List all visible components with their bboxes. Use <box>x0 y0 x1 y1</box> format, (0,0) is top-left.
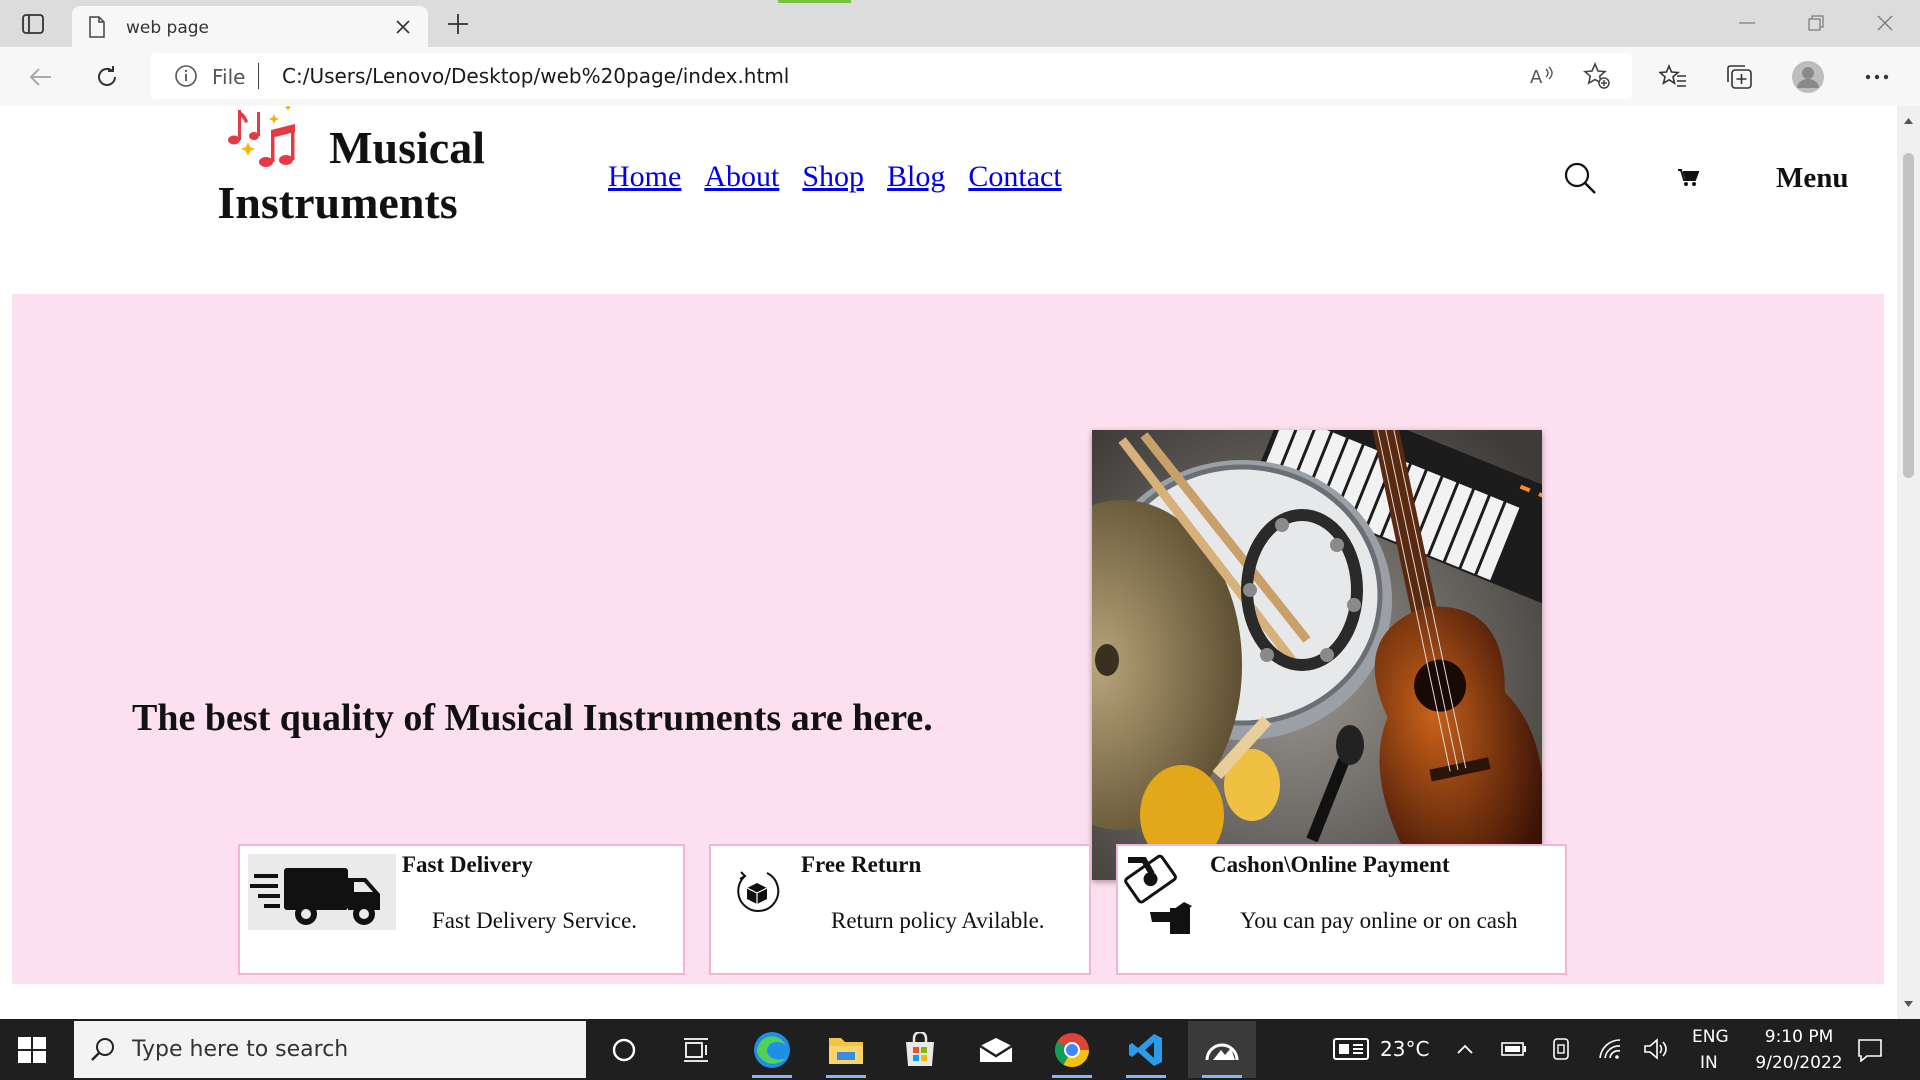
active-app-indicator <box>752 1075 792 1078</box>
cortana-icon[interactable] <box>590 1021 658 1078</box>
mail-icon[interactable] <box>962 1021 1030 1078</box>
scroll-up-icon[interactable] <box>1903 112 1914 130</box>
vscode-icon[interactable] <box>1112 1021 1180 1078</box>
refresh-icon[interactable] <box>88 58 126 96</box>
chrome-icon[interactable] <box>1038 1021 1106 1078</box>
nav-shop[interactable]: Shop <box>802 160 864 194</box>
notifications-icon[interactable] <box>1854 1035 1886 1065</box>
read-aloud-icon[interactable]: A <box>1528 61 1558 91</box>
payment-hand-icon <box>1124 854 1204 934</box>
feature-card-delivery: Fast Delivery Fast Delivery Service. <box>238 844 685 975</box>
chevron-up-icon[interactable] <box>1452 1037 1478 1061</box>
active-app-indicator <box>1202 1075 1242 1078</box>
clock-time[interactable]: 9:10 PM <box>1756 1027 1842 1047</box>
input-language[interactable]: ENG <box>1692 1027 1729 1047</box>
nav-blog[interactable]: Blog <box>887 160 945 194</box>
active-app-indicator <box>1052 1075 1092 1078</box>
microsoft-store-icon[interactable] <box>886 1021 954 1078</box>
windows-taskbar: Type here to search 23°C ENG IN 9:10 PM … <box>0 1019 1920 1080</box>
new-tab-icon[interactable] <box>444 10 472 38</box>
remote-app-icon[interactable] <box>1188 1021 1256 1078</box>
menu-button[interactable]: Menu <box>1776 162 1849 195</box>
collections-icon[interactable] <box>1721 58 1759 96</box>
active-app-indicator <box>1126 1075 1166 1078</box>
feature-description: Return policy Avilable. <box>831 908 1045 933</box>
info-icon[interactable] <box>174 64 198 93</box>
feature-title: Cashon\Online Payment <box>1210 852 1450 877</box>
weather-temperature[interactable]: 23°C <box>1380 1037 1429 1061</box>
scroll-down-icon[interactable] <box>1903 995 1914 1013</box>
favorites-icon[interactable] <box>1654 58 1692 96</box>
browser-tab[interactable]: web page <box>72 6 428 47</box>
battery-icon[interactable] <box>1500 1037 1528 1061</box>
tab-title: web page <box>126 18 210 38</box>
task-view-icon[interactable] <box>662 1021 730 1078</box>
loading-indicator <box>778 0 851 3</box>
nav-contact[interactable]: Contact <box>968 160 1061 194</box>
taskbar-search-box[interactable]: Type here to search <box>74 1021 586 1078</box>
main-nav: Home About Shop Blog Contact <box>608 160 1062 194</box>
feature-card-return: Free Return Return policy Avilable. <box>709 844 1091 975</box>
profile-avatar-icon[interactable] <box>1789 58 1827 96</box>
search-icon <box>90 1036 116 1067</box>
page-scrollbar[interactable] <box>1897 106 1920 1019</box>
feature-title: Free Return <box>801 852 922 877</box>
page-viewport: Musical Instruments Home About Shop Blog… <box>0 106 1897 1019</box>
delivery-truck-icon <box>248 854 396 930</box>
minimize-icon[interactable] <box>1724 6 1770 40</box>
edge-browser-icon[interactable] <box>738 1021 806 1078</box>
cart-icon[interactable] <box>1674 164 1702 192</box>
logo-line2: Instruments <box>217 177 458 228</box>
return-box-icon <box>733 868 781 916</box>
logo-line1: Musical <box>329 122 485 173</box>
svg-text:A: A <box>1530 67 1543 87</box>
address-scheme: File <box>212 65 246 89</box>
feature-description: You can pay online or on cash <box>1240 908 1518 933</box>
device-icon[interactable] <box>1548 1035 1574 1063</box>
feature-card-payment: Cashon\Online Payment You can pay online… <box>1116 844 1567 975</box>
site-logo[interactable]: Musical Instruments <box>217 120 485 230</box>
active-app-indicator <box>826 1075 866 1078</box>
close-tab-icon[interactable] <box>392 16 414 38</box>
more-options-icon[interactable] <box>1858 58 1896 96</box>
tab-bar: web page <box>0 0 1920 47</box>
file-explorer-icon[interactable] <box>812 1021 880 1078</box>
browser-toolbar: File C:/Users/Lenovo/Desktop/web%20page/… <box>0 47 1920 107</box>
hero-section: The best quality of Musical Instruments … <box>12 294 1884 984</box>
add-favorite-icon[interactable] <box>1582 61 1612 91</box>
nav-home[interactable]: Home <box>608 160 681 194</box>
feature-title: Fast Delivery <box>402 852 533 877</box>
weather-icon[interactable] <box>1332 1035 1370 1063</box>
taskbar-search-placeholder: Type here to search <box>132 1037 349 1062</box>
scrollbar-thumb[interactable] <box>1903 153 1914 478</box>
wifi-icon[interactable] <box>1596 1035 1624 1063</box>
hero-heading: The best quality of Musical Instruments … <box>132 697 933 739</box>
back-icon[interactable] <box>22 58 60 96</box>
hero-image <box>1092 430 1542 880</box>
feature-description: Fast Delivery Service. <box>432 908 638 933</box>
page-icon <box>88 16 106 43</box>
url-text[interactable]: C:/Users/Lenovo/Desktop/web%20page/index… <box>282 64 789 88</box>
input-region[interactable]: IN <box>1700 1053 1718 1073</box>
clock-date[interactable]: 9/20/2022 <box>1744 1053 1854 1073</box>
close-window-icon[interactable] <box>1862 6 1908 40</box>
address-separator <box>258 63 259 89</box>
search-icon[interactable] <box>1560 158 1600 198</box>
restore-icon[interactable] <box>1793 6 1839 40</box>
tab-actions-icon[interactable] <box>20 12 46 36</box>
address-bar[interactable]: File C:/Users/Lenovo/Desktop/web%20page/… <box>150 53 1632 99</box>
volume-icon[interactable] <box>1642 1035 1670 1063</box>
windows-start-icon[interactable] <box>18 1037 46 1068</box>
nav-about[interactable]: About <box>704 160 779 194</box>
